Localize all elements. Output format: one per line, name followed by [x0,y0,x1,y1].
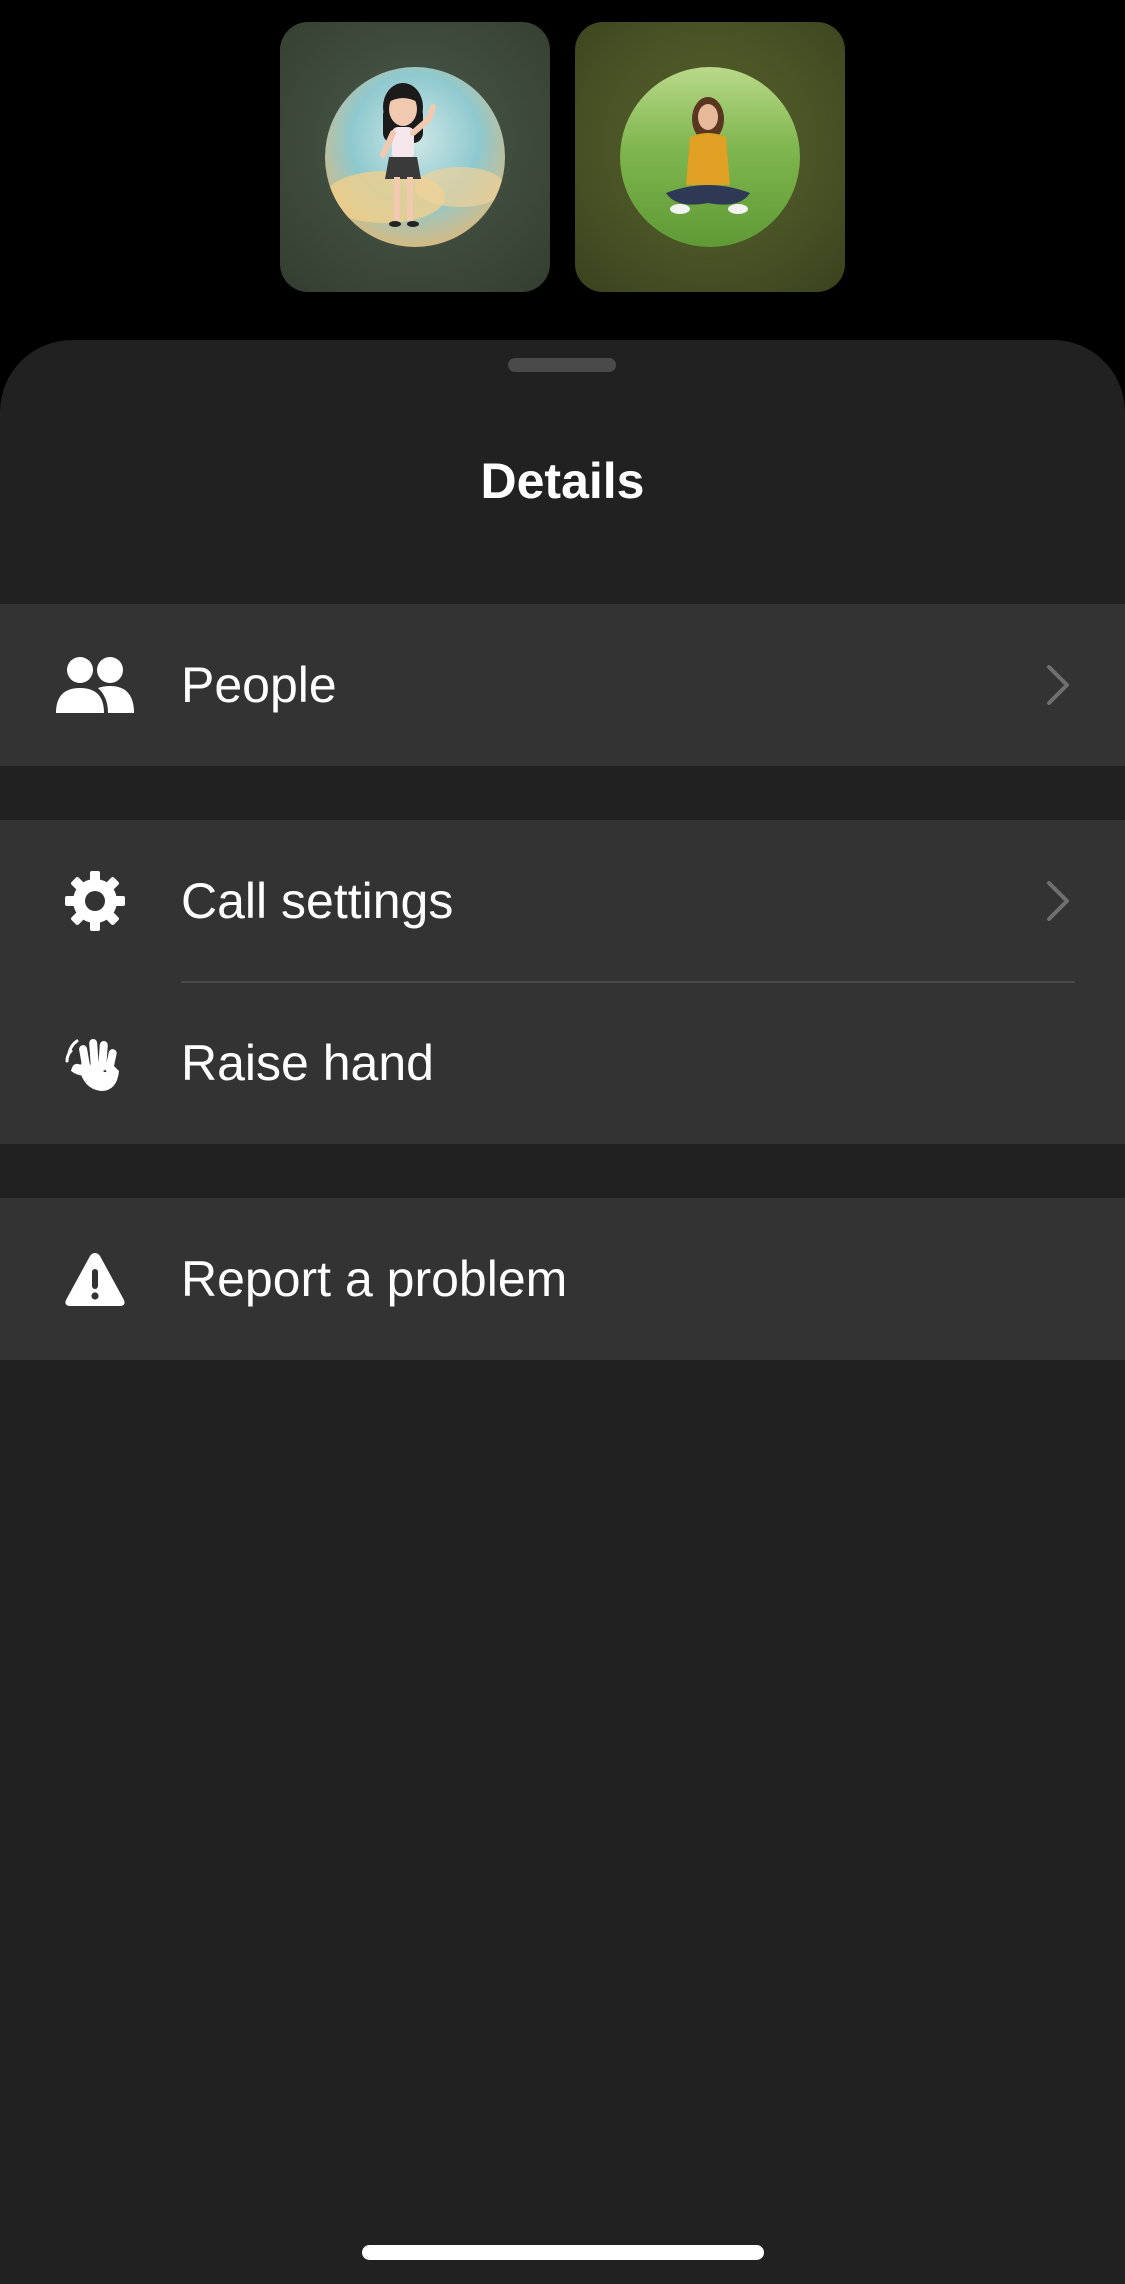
participant-avatar [620,67,800,247]
details-sheet: Details People Call settings Raise hand … [0,340,1125,2284]
menu-item-label: Report a problem [181,1251,568,1307]
people-icon [52,653,138,717]
chevron-right-icon [1047,881,1069,921]
menu-item-report-problem[interactable]: Report a problem [0,1198,1125,1360]
participant-tile[interactable] [575,22,845,292]
report-group: Report a problem [0,1198,1125,1360]
home-indicator [362,2245,764,2260]
participant-avatar [325,67,505,247]
gear-icon [52,869,138,933]
menu-item-raise-hand[interactable]: Raise hand [0,982,1125,1144]
people-group: People [0,604,1125,766]
menu-item-label: People [181,657,337,713]
menu-item-people[interactable]: People [0,604,1125,766]
participant-tile[interactable] [280,22,550,292]
menu-item-label: Raise hand [181,1035,434,1091]
waving-hand-icon [52,1031,138,1095]
participant-strip [280,22,845,292]
menu-item-call-settings[interactable]: Call settings [0,820,1125,983]
call-options-group: Call settings Raise hand [0,820,1125,1144]
menu-item-label: Call settings [181,873,454,929]
sheet-grabber-handle[interactable] [508,358,616,372]
chevron-right-icon [1047,665,1069,705]
photo-avatar-image [620,67,800,247]
warning-icon [52,1247,138,1311]
memoji-avatar-image [325,67,505,247]
sheet-title: Details [480,453,645,509]
